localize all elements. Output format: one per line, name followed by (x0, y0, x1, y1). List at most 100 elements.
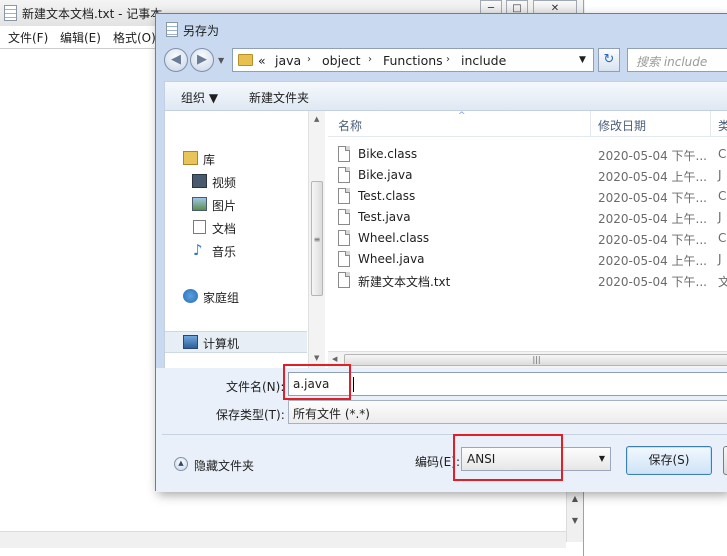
document-icon (193, 220, 206, 234)
chevron-up-icon: ▲ (174, 457, 188, 471)
highlight-box-filename (283, 364, 351, 400)
menu-format[interactable]: 格式(O) (113, 29, 156, 46)
nav-item-documents[interactable]: 文档 (165, 217, 307, 239)
file-row[interactable]: Bike.class 2020-05-04 下午... C (328, 144, 727, 165)
text-file-icon (338, 272, 350, 288)
file-icon (338, 251, 350, 267)
scroll-left-arrow-icon[interactable]: ◀ (332, 355, 337, 363)
video-icon (192, 174, 207, 188)
nav-item-library[interactable]: 库 (165, 148, 307, 170)
nav-item-label: 图片 (212, 199, 237, 213)
picture-icon (192, 197, 207, 211)
divider (162, 434, 727, 435)
scroll-up-arrow-icon[interactable]: ▲ (314, 115, 319, 123)
breadcrumb-include[interactable]: include (461, 53, 506, 68)
cancel-button[interactable] (723, 446, 727, 475)
dialog-toolbar: 组织 ▼ 新建文件夹 (164, 81, 727, 111)
computer-icon (183, 335, 198, 349)
chevron-down-icon[interactable]: ▼ (579, 55, 586, 65)
organize-button[interactable]: 组织 ▼ (181, 89, 218, 106)
file-row[interactable]: Bike.java 2020-05-04 上午... J (328, 165, 727, 186)
file-list-horizontal-scrollbar[interactable]: ◀ ||| (328, 351, 727, 368)
breadcrumb-functions[interactable]: Functions (383, 53, 443, 68)
dialog-title: 另存为 (183, 24, 220, 38)
search-input[interactable]: 搜索 include (627, 48, 727, 72)
nav-item-label: 计算机 (203, 337, 240, 351)
file-name: Test.class (358, 189, 416, 203)
folder-icon (238, 54, 253, 66)
address-bar[interactable]: « java › object › Functions › include ▼ (232, 48, 594, 72)
dialog-titlebar: 另存为 (156, 14, 727, 42)
chevron-right-icon[interactable]: › (307, 54, 311, 65)
back-icon[interactable]: ◀ (164, 48, 188, 72)
scrollbar-thumb[interactable]: ||| (344, 354, 727, 366)
file-name: 新建文本文档.txt (358, 275, 451, 289)
refresh-icon[interactable]: ↻ (598, 48, 620, 72)
column-divider[interactable] (590, 111, 591, 137)
column-name[interactable]: 名称 (338, 117, 362, 134)
filetype-label: 保存类型(T): (216, 408, 285, 422)
navigation-pane: 库 视频 图片 文档 ♪ 音乐 家庭组 计算机 (165, 111, 307, 368)
breadcrumb-java[interactable]: java (275, 53, 301, 68)
chevron-right-icon[interactable]: › (446, 54, 450, 65)
save-as-dialog: 另存为 ◀ ▶ ▼ « java › object › Functions › … (155, 13, 727, 492)
navigation-pane-scrollbar[interactable]: ▲ ≡ ▼ (308, 111, 325, 368)
file-type: C (718, 147, 727, 161)
save-button[interactable]: 保存(S) (626, 446, 712, 475)
chevron-right-icon[interactable]: › (368, 54, 372, 65)
recent-locations-dropdown-icon[interactable]: ▼ (218, 56, 224, 65)
scroll-down-arrow-icon[interactable]: ▼ (567, 516, 583, 525)
file-type: C (718, 231, 727, 245)
file-date: 2020-05-04 上午... (598, 170, 707, 184)
browser-content: 库 视频 图片 文档 ♪ 音乐 家庭组 计算机 ▲ ≡ ▼ ^ 名称 修改日期 … (164, 111, 727, 368)
chevron-down-icon: ▼ (598, 454, 605, 463)
file-row[interactable]: Test.class 2020-05-04 下午... C (328, 186, 727, 207)
file-name: Test.java (358, 210, 411, 224)
file-type: C (718, 189, 727, 203)
breadcrumb-object[interactable]: object (322, 53, 361, 68)
scroll-up-arrow-icon[interactable]: ▲ (567, 494, 583, 503)
search-placeholder: 搜索 include (636, 55, 708, 69)
breadcrumb-overflow[interactable]: « (258, 53, 266, 68)
filetype-select[interactable]: 所有文件 (*.*) (288, 400, 727, 424)
file-row[interactable]: Wheel.class 2020-05-04 下午... C (328, 228, 727, 249)
homegroup-icon (183, 289, 198, 303)
file-icon (338, 146, 350, 162)
file-date: 2020-05-04 上午... (598, 212, 707, 226)
notepad-icon (166, 22, 178, 37)
file-date: 2020-05-04 下午... (598, 191, 707, 205)
nav-item-label: 家庭组 (203, 291, 240, 305)
file-date: 2020-05-04 下午... (598, 233, 707, 247)
file-icon (338, 167, 350, 183)
save-form: 文件名(N): a.java 保存类型(T): 所有文件 (*.*) ▲ 隐藏文… (156, 368, 727, 492)
nav-item-homegroup[interactable]: 家庭组 (165, 286, 307, 308)
nav-item-label: 音乐 (212, 245, 237, 259)
column-divider[interactable] (710, 111, 711, 137)
nav-item-pictures[interactable]: 图片 (165, 194, 307, 216)
scrollbar-thumb[interactable]: ≡ (311, 181, 323, 296)
column-date-modified[interactable]: 修改日期 (598, 117, 646, 134)
menu-edit[interactable]: 编辑(E) (60, 29, 101, 46)
file-row[interactable]: 新建文本文档.txt 2020-05-04 下午... 文 (328, 270, 727, 291)
menu-file[interactable]: 文件(F) (8, 29, 48, 46)
file-list: ^ 名称 修改日期 类 Bike.class 2020-05-04 下午... … (328, 111, 727, 368)
forward-icon[interactable]: ▶ (190, 48, 214, 72)
notepad-vertical-scrollbar[interactable]: ▲ ▼ (566, 490, 583, 542)
new-folder-button[interactable]: 新建文件夹 (249, 89, 309, 106)
filename-input[interactable]: a.java (288, 372, 727, 396)
scroll-down-arrow-icon[interactable]: ▼ (314, 354, 319, 362)
nav-item-videos[interactable]: 视频 (165, 171, 307, 193)
nav-item-label: 文档 (212, 222, 237, 236)
text-caret (353, 377, 354, 392)
notepad-horizontal-scrollbar[interactable] (0, 531, 566, 548)
file-type: J (718, 210, 722, 224)
file-date: 2020-05-04 下午... (598, 149, 707, 163)
music-icon: ♪ (193, 241, 203, 259)
file-icon (338, 230, 350, 246)
notepad-icon (4, 5, 17, 21)
column-type[interactable]: 类 (718, 117, 727, 134)
nav-item-computer[interactable]: 计算机 (165, 331, 307, 353)
file-row[interactable]: Wheel.java 2020-05-04 上午... J (328, 249, 727, 270)
nav-item-music[interactable]: ♪ 音乐 (165, 240, 307, 262)
file-row[interactable]: Test.java 2020-05-04 上午... J (328, 207, 727, 228)
